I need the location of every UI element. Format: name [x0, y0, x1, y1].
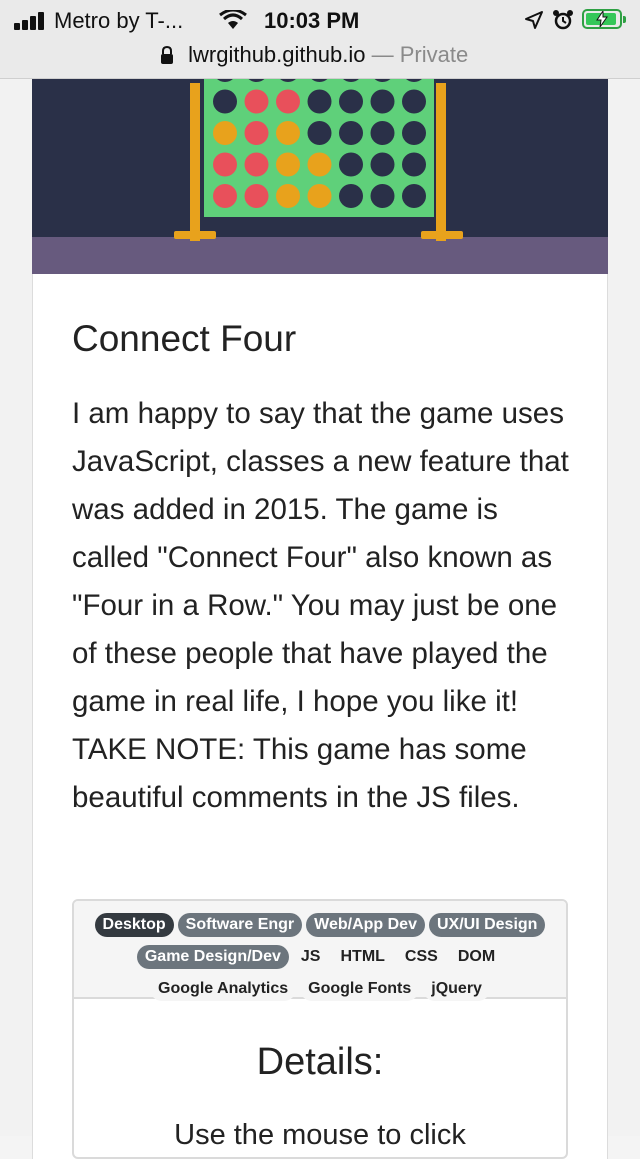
board-piece [402, 184, 426, 208]
stand-post-right [436, 83, 446, 241]
board-piece [339, 121, 363, 145]
board-piece [402, 89, 426, 114]
board-piece [276, 121, 300, 145]
board-piece [370, 152, 395, 177]
tag-badge: Google Fonts [300, 977, 420, 1001]
project-title: Connect Four [72, 318, 297, 359]
board-piece [370, 89, 395, 114]
tag-badge: UX/UI Design [428, 913, 546, 937]
signal-icon [14, 12, 48, 30]
stand-post-left [190, 83, 200, 241]
connect-four-board-illustration [174, 79, 463, 241]
board-piece [276, 152, 300, 177]
details-heading: Details: [256, 1041, 384, 1083]
url-bar[interactable]: lwrgithub.github.io — Private [0, 40, 640, 79]
board-piece [402, 152, 426, 177]
tag-badge: CSS [396, 945, 446, 969]
project-details-card: Desktop Software Engr Web/App Dev UX/UI Des… [72, 899, 568, 1159]
tag-list: Desktop Software Engr Web/App Dev UX/UI Des… [74, 901, 566, 1001]
board-piece [402, 121, 426, 145]
lock-icon [160, 44, 174, 65]
tag-row: Desktop Software Engr Web/App Dev UX/UI Des… [74, 909, 566, 941]
project-description: I am happy to say that the game uses Jav… [72, 397, 569, 814]
board-piece [213, 89, 237, 114]
board-piece [307, 89, 332, 114]
board-piece [276, 89, 300, 114]
board-piece [213, 121, 237, 145]
board-piece [244, 152, 269, 177]
battery-icon [582, 9, 626, 29]
tag-badge: Google Analytics [150, 977, 297, 1001]
status-time: 10:03 PM [264, 8, 360, 33]
board-piece [339, 89, 363, 114]
private-label: Private [399, 42, 469, 67]
board-piece [307, 184, 332, 208]
board-piece [213, 184, 237, 208]
board-piece [276, 184, 300, 208]
board-piece [370, 184, 395, 208]
alarm-icon [553, 10, 573, 30]
board-piece [213, 152, 237, 177]
tag-badge: HTML [332, 945, 393, 969]
tag-badge: Software Engr [177, 913, 303, 937]
carrier-label: Metro by T-... [54, 8, 184, 33]
tag-row: Google Analytics Google Fonts jQuery [74, 973, 566, 1005]
stand-foot-left [174, 231, 216, 239]
board-piece [339, 152, 363, 177]
board-piece [307, 121, 332, 145]
board-piece [370, 121, 395, 145]
connect-four-banner-image[interactable] [32, 79, 608, 274]
tag-badge: jQuery [423, 977, 490, 1001]
tag-badge: Desktop [94, 913, 174, 937]
url-separator: — [371, 42, 394, 67]
tag-badge: DOM [449, 945, 504, 969]
board-piece [244, 121, 269, 145]
tag-badge: JS [292, 945, 329, 969]
board-piece [244, 89, 269, 114]
location-arrow-icon [525, 11, 543, 29]
wifi-icon [219, 10, 247, 29]
status-bar: Metro by T-... 10:03 PM [0, 0, 640, 40]
tag-row: Game Design/Dev JS HTML CSS DOM [74, 941, 566, 973]
board-piece [307, 152, 332, 177]
stand-foot-right [421, 231, 463, 239]
tag-badge: Game Design/Dev [136, 945, 289, 969]
board-piece [244, 184, 269, 208]
board-piece [339, 184, 363, 208]
tag-badge: Web/App Dev [306, 913, 425, 937]
url-domain: lwrgithub.github.io [188, 42, 366, 67]
